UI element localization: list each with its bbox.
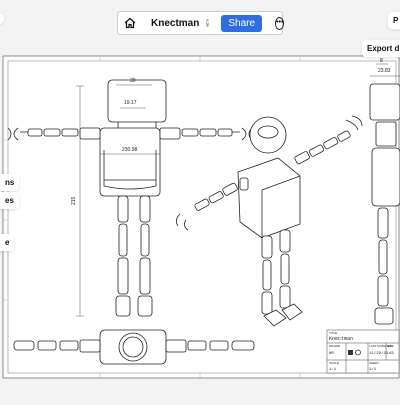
title-value: Knectman — [329, 336, 353, 342]
share-button[interactable]: Share — [221, 14, 263, 32]
dim-19: 19.17 — [124, 100, 137, 106]
dim-23: 23.83 — [378, 68, 391, 74]
top-toolbar: Knectman ▾ Share ••• — [117, 11, 285, 35]
home-icon[interactable] — [124, 17, 136, 29]
lastmod-value: 11/29/23 — [369, 351, 389, 356]
left-tool-3[interactable]: e — [0, 234, 15, 251]
drawing-sheet: 30 19.17 230.98 215 23.83 8 TITLE Knectm… — [2, 55, 400, 379]
export-button[interactable]: Export d — [362, 40, 400, 57]
dim-30: 30 — [130, 78, 136, 84]
left-tool-1[interactable]: ns — [0, 174, 20, 191]
drawing-canvas[interactable]: 30 19.17 230.98 215 23.83 8 TITLE Knectm… — [0, 0, 400, 400]
more-icon[interactable]: ••• — [275, 16, 285, 30]
dim-230: 230.98 — [122, 147, 138, 153]
scale-label: SCALE — [329, 361, 339, 365]
left-tool-2[interactable]: es — [0, 192, 19, 209]
sheet-label: SHEET — [369, 361, 379, 365]
chevron-down-icon[interactable]: ▾ — [206, 19, 210, 27]
size-value: A3 — [389, 352, 394, 356]
dim-8: 8 — [380, 58, 383, 64]
document-title[interactable]: Knectman — [151, 18, 199, 29]
title-label: TITLE — [329, 331, 337, 335]
right-top-button[interactable]: P — [388, 12, 400, 29]
scale-value: 1:1 — [329, 368, 337, 372]
dim-215: 215 — [71, 196, 77, 205]
drawn-label: DRAWN — [329, 344, 340, 348]
drawn-value: NR — [329, 352, 334, 356]
sheet-value: 1/1 — [369, 367, 377, 372]
size-label: SIZE — [387, 344, 394, 348]
